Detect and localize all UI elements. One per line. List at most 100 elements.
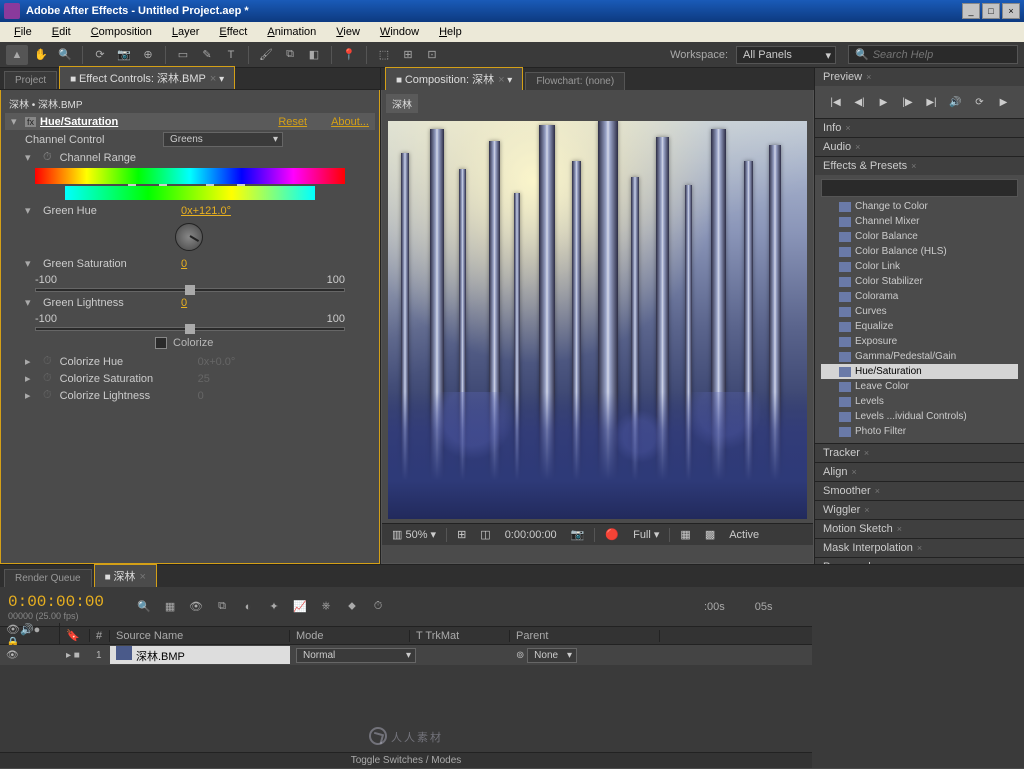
effects-presets-header[interactable]: Effects & Presets× xyxy=(815,157,1024,175)
green-hue-disclosure-icon[interactable]: ▾ xyxy=(25,204,35,217)
tl-frame-blend-icon[interactable]: ⧉ xyxy=(212,598,232,616)
clone-tool-icon[interactable]: ⧉ xyxy=(279,45,301,65)
effect-preset-item[interactable]: Color Balance xyxy=(821,229,1018,244)
green-hue-value[interactable]: 0x+121.0° xyxy=(181,205,231,217)
effect-preset-item[interactable]: Equalize xyxy=(821,319,1018,334)
workspace-dropdown[interactable]: All Panels xyxy=(736,46,836,64)
mask-interp-panel-header[interactable]: Mask Interpolation× xyxy=(815,539,1024,557)
effect-preset-item[interactable]: Color Link xyxy=(821,259,1018,274)
effect-preset-item[interactable]: Levels xyxy=(821,394,1018,409)
grid-icon[interactable]: ⊞ xyxy=(453,528,470,541)
menu-animation[interactable]: Animation xyxy=(257,24,326,40)
last-frame-icon[interactable]: ▶| xyxy=(923,94,941,110)
green-sat-disclosure-icon[interactable]: ▾ xyxy=(25,257,35,270)
play-icon[interactable]: ▶ xyxy=(875,94,893,110)
ram-preview-icon[interactable]: ▶ xyxy=(995,94,1013,110)
effect-preset-item[interactable]: Change to Color xyxy=(821,199,1018,214)
pan-behind-tool-icon[interactable]: ⊕ xyxy=(137,45,159,65)
tl-shy-icon[interactable]: 👁 xyxy=(186,598,206,616)
type-tool-icon[interactable]: T xyxy=(220,45,242,65)
stopwatch-icon[interactable]: ⏱ xyxy=(43,151,52,164)
green-light-disclosure-icon[interactable]: ▾ xyxy=(25,296,35,309)
tracker-panel-header[interactable]: Tracker× xyxy=(815,444,1024,462)
timecode-display[interactable]: 0:00:00:00 xyxy=(8,593,104,611)
loop-icon[interactable]: ⟳ xyxy=(971,94,989,110)
layer-mode-dropdown[interactable]: Normal xyxy=(296,648,416,663)
effect-preset-item[interactable]: Hue/Saturation xyxy=(821,364,1018,379)
motion-sketch-panel-header[interactable]: Motion Sketch× xyxy=(815,520,1024,538)
menu-file[interactable]: File xyxy=(4,24,42,40)
audio-icon[interactable]: 🔊 xyxy=(947,94,965,110)
effect-preset-item[interactable]: Photo Filter xyxy=(821,424,1018,439)
green-sat-value[interactable]: 0 xyxy=(181,258,187,270)
fx-badge-icon[interactable]: fx xyxy=(25,117,36,127)
effect-preset-item[interactable]: Colorama xyxy=(821,289,1018,304)
puppet-tool-icon[interactable]: 📍 xyxy=(338,45,360,65)
mask-icon[interactable]: ◫ xyxy=(476,528,494,541)
layer-row[interactable]: 👁 ▸ ■ 1 深林.BMP Normal ⊚ None xyxy=(0,645,812,665)
zoom-tool-icon[interactable]: 🔍 xyxy=(54,45,76,65)
tl-comp-icon[interactable]: ▦ xyxy=(160,598,180,616)
effect-preset-item[interactable]: Channel Mixer xyxy=(821,214,1018,229)
time-ruler[interactable]: :00s05s xyxy=(704,601,804,613)
channel-control-dropdown[interactable]: Greens xyxy=(163,132,283,147)
hue-dial[interactable] xyxy=(175,223,203,251)
menu-layer[interactable]: Layer xyxy=(162,24,210,40)
selection-tool-icon[interactable]: ▲ xyxy=(6,45,28,65)
hue-spectrum-full[interactable] xyxy=(35,168,345,184)
tl-motion-blur-icon[interactable]: ◐ xyxy=(238,598,258,616)
effect-about-link[interactable]: About... xyxy=(331,116,369,128)
effect-controls-tab[interactable]: ■ Effect Controls: 深林.BMP× ▾ xyxy=(59,66,235,89)
eraser-tool-icon[interactable]: ◧ xyxy=(303,45,325,65)
wiggler-panel-header[interactable]: Wiggler× xyxy=(815,501,1024,519)
resolution-dropdown[interactable]: Full ▾ xyxy=(629,528,663,541)
colorize-checkbox[interactable] xyxy=(155,337,167,349)
effect-preset-item[interactable]: Color Balance (HLS) xyxy=(821,244,1018,259)
tl-marker-icon[interactable]: ⬥ xyxy=(342,598,362,616)
hue-spectrum-range[interactable] xyxy=(65,186,315,200)
world-axis-icon[interactable]: ⊞ xyxy=(397,45,419,65)
tl-graph-icon[interactable]: 📈 xyxy=(290,598,310,616)
tl-brainstorm-icon[interactable]: ✦ xyxy=(264,598,284,616)
channel-icon[interactable]: 🔴 xyxy=(601,528,623,541)
timeline-comp-tab[interactable]: ■ 深林× xyxy=(94,564,157,587)
menu-view[interactable]: View xyxy=(326,24,370,40)
rect-tool-icon[interactable]: ▭ xyxy=(172,45,194,65)
layer-parent-dropdown[interactable]: None xyxy=(527,648,577,663)
col-trkmat[interactable]: T TrkMat xyxy=(410,630,510,642)
effect-preset-item[interactable]: Leave Color xyxy=(821,379,1018,394)
audio-panel-header[interactable]: Audio× xyxy=(815,138,1024,156)
view-dropdown[interactable]: Active xyxy=(725,529,763,541)
flowchart-tab[interactable]: Flowchart: (none) xyxy=(525,72,625,90)
menu-effect[interactable]: Effect xyxy=(209,24,257,40)
camera-tool-icon[interactable]: 📷 xyxy=(113,45,135,65)
effects-search-input[interactable] xyxy=(821,179,1018,197)
rotate-tool-icon[interactable]: ⟳ xyxy=(89,45,111,65)
green-light-value[interactable]: 0 xyxy=(181,297,187,309)
brush-tool-icon[interactable]: 🖌 xyxy=(255,45,277,65)
menu-help[interactable]: Help xyxy=(429,24,472,40)
align-panel-header[interactable]: Align× xyxy=(815,463,1024,481)
tl-snap-icon[interactable]: ⎈ xyxy=(316,598,336,616)
effect-reset-link[interactable]: Reset xyxy=(278,116,307,128)
pen-tool-icon[interactable]: ✎ xyxy=(196,45,218,65)
composition-viewer[interactable] xyxy=(388,121,807,519)
comp-subtab[interactable]: 深林 xyxy=(386,94,418,113)
effect-name[interactable]: Hue/Saturation xyxy=(40,116,274,128)
effect-preset-item[interactable]: Gamma/Pedestal/Gain xyxy=(821,349,1018,364)
hand-tool-icon[interactable]: ✋ xyxy=(30,45,52,65)
close-button[interactable]: × xyxy=(1002,3,1020,19)
menu-window[interactable]: Window xyxy=(370,24,429,40)
maximize-button[interactable]: □ xyxy=(982,3,1000,19)
effect-preset-item[interactable]: Color Stabilizer xyxy=(821,274,1018,289)
first-frame-icon[interactable]: |◀ xyxy=(827,94,845,110)
tl-dur-icon[interactable]: ⏱ xyxy=(368,598,388,616)
search-help-box[interactable]: 🔍 xyxy=(848,45,1018,64)
toggle-switches-button[interactable]: Toggle Switches / Modes xyxy=(0,752,812,768)
channel-range-disclosure-icon[interactable]: ▾ xyxy=(25,151,35,164)
col-parent[interactable]: Parent xyxy=(510,630,660,642)
preview-panel-header[interactable]: Preview× xyxy=(815,68,1024,86)
time-display[interactable]: 0:00:00:00 xyxy=(501,529,561,541)
green-sat-slider[interactable] xyxy=(35,288,345,292)
project-tab[interactable]: Project xyxy=(4,71,57,89)
